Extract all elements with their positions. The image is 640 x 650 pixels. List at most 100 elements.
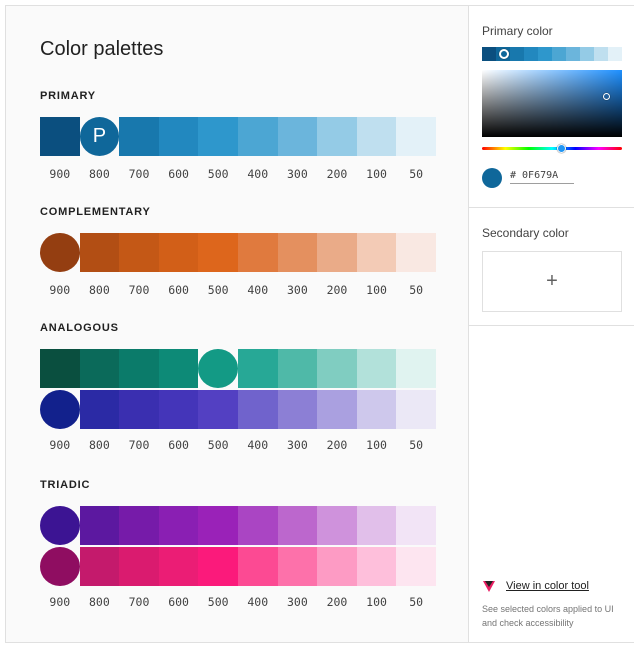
saturation-value-picker[interactable] [482, 70, 622, 137]
color-swatch[interactable] [356, 390, 397, 429]
color-swatch[interactable] [356, 506, 397, 545]
color-swatch[interactable] [119, 390, 159, 429]
shade-label: 900 [49, 438, 71, 452]
color-swatch[interactable] [396, 506, 436, 545]
color-swatch[interactable] [40, 117, 80, 156]
color-swatch[interactable] [317, 233, 357, 272]
section-label: PRIMARY [40, 90, 96, 102]
color-swatch[interactable]: P [79, 117, 120, 156]
color-swatch[interactable] [356, 117, 397, 156]
secondary-color-title: Secondary color [482, 226, 569, 240]
color-swatch[interactable] [40, 506, 80, 545]
mini-shade[interactable] [552, 47, 566, 61]
color-swatch[interactable] [317, 390, 357, 429]
color-swatch[interactable] [40, 233, 80, 272]
color-swatch[interactable] [158, 390, 199, 429]
color-swatch[interactable] [198, 233, 238, 272]
color-swatch[interactable] [158, 117, 199, 156]
plus-icon: + [546, 270, 558, 292]
color-swatch[interactable] [79, 349, 120, 388]
color-swatch[interactable] [277, 390, 318, 429]
color-swatch[interactable] [40, 349, 80, 388]
mini-shade[interactable] [482, 47, 496, 61]
mini-shade[interactable] [580, 47, 594, 61]
palette-strip [40, 390, 436, 429]
mini-shade[interactable] [566, 47, 580, 61]
shade-label: 600 [168, 283, 189, 297]
color-swatch[interactable] [158, 233, 199, 272]
color-swatch[interactable] [277, 547, 318, 586]
color-swatch[interactable] [79, 390, 120, 429]
shade-label: 300 [286, 167, 308, 181]
add-secondary-color-button[interactable]: + [482, 251, 622, 312]
shade-label: 600 [168, 167, 189, 181]
shade-selector-handle[interactable] [499, 49, 509, 59]
shade-label: 800 [89, 283, 110, 297]
section-label: TRIADIC [40, 479, 91, 491]
mini-shade[interactable] [608, 47, 622, 61]
color-swatch[interactable] [317, 547, 357, 586]
color-swatch[interactable] [158, 349, 199, 388]
shade-label: 500 [207, 283, 229, 297]
shade-label: 500 [207, 438, 229, 452]
color-swatch[interactable] [396, 349, 436, 388]
color-swatch[interactable] [198, 506, 238, 545]
color-swatch[interactable] [79, 547, 120, 586]
color-tool-description: See selected colors applied to UI and ch… [482, 604, 614, 628]
color-swatch[interactable] [277, 233, 318, 272]
color-swatch[interactable] [237, 117, 278, 156]
color-swatch[interactable] [356, 547, 397, 586]
color-swatch[interactable] [158, 506, 199, 545]
color-swatch[interactable] [396, 117, 436, 156]
view-in-color-tool-link[interactable]: View in color tool [506, 580, 589, 592]
primary-color-title: Primary color [482, 24, 553, 38]
color-swatch[interactable] [356, 233, 397, 272]
color-swatch[interactable] [237, 349, 278, 388]
color-swatch[interactable] [317, 349, 357, 388]
color-swatch[interactable] [237, 233, 278, 272]
color-swatch[interactable] [119, 233, 159, 272]
color-swatch[interactable] [119, 547, 159, 586]
color-swatch[interactable] [237, 506, 278, 545]
hex-input[interactable]: # 0F679A [510, 170, 574, 184]
color-swatch[interactable] [396, 390, 436, 429]
shade-label: 100 [366, 595, 387, 609]
saturation-value-handle[interactable] [603, 93, 610, 100]
current-color-swatch [482, 168, 502, 188]
mini-shade[interactable] [538, 47, 552, 61]
shade-label: 800 [89, 595, 110, 609]
shade-label: 200 [326, 283, 348, 297]
color-swatch[interactable] [119, 506, 159, 545]
shade-label: 100 [366, 438, 387, 452]
mini-shade[interactable] [594, 47, 608, 61]
color-swatch[interactable] [396, 233, 436, 272]
shade-label: 300 [286, 283, 308, 297]
color-swatch[interactable] [198, 117, 238, 156]
color-swatch[interactable] [198, 390, 238, 429]
hue-slider-handle[interactable] [557, 144, 566, 153]
color-swatch[interactable] [119, 117, 159, 156]
color-swatch[interactable] [396, 547, 436, 586]
color-swatch[interactable] [277, 349, 318, 388]
shade-label: 100 [366, 283, 387, 297]
color-swatch[interactable] [277, 117, 318, 156]
shade-label: 400 [247, 283, 269, 297]
color-swatch[interactable] [79, 233, 120, 272]
color-swatch[interactable] [198, 547, 238, 586]
color-swatch[interactable] [317, 117, 357, 156]
shade-label: 200 [326, 167, 348, 181]
color-swatch[interactable] [237, 547, 278, 586]
color-swatch[interactable] [40, 547, 80, 586]
mini-shade[interactable] [524, 47, 538, 61]
color-swatch[interactable] [317, 506, 357, 545]
color-swatch[interactable] [237, 390, 278, 429]
hue-slider[interactable] [482, 147, 622, 150]
color-swatch[interactable] [40, 390, 80, 429]
mini-shade[interactable] [510, 47, 524, 61]
color-swatch[interactable] [356, 349, 397, 388]
color-swatch[interactable] [198, 349, 238, 388]
color-swatch[interactable] [79, 506, 120, 545]
color-swatch[interactable] [158, 547, 199, 586]
color-swatch[interactable] [119, 349, 159, 388]
color-swatch[interactable] [277, 506, 318, 545]
